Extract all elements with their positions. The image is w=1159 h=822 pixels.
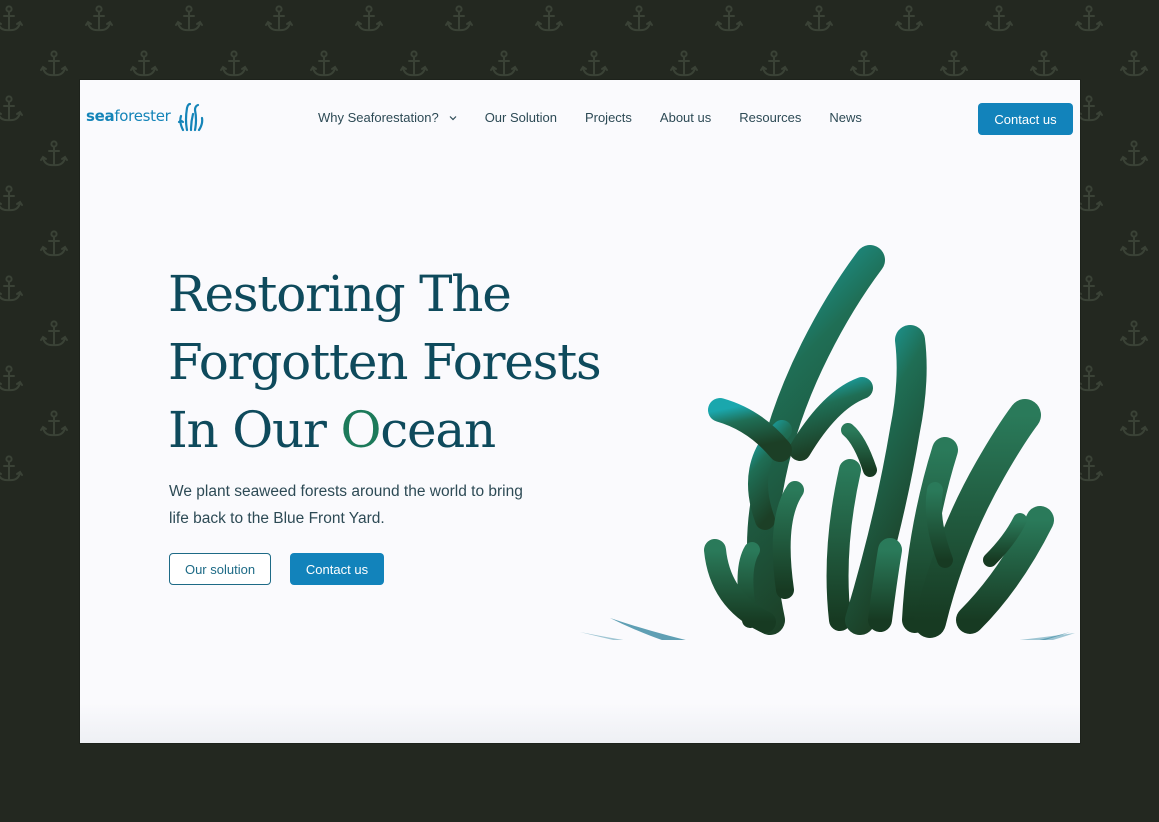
anchor-icon <box>490 50 518 77</box>
logo-text-sea: sea <box>86 107 115 125</box>
anchor-icon <box>0 185 23 212</box>
anchor-icon <box>130 50 158 77</box>
logo-text-forester: forester <box>114 107 171 125</box>
page-bottom-fade <box>80 703 1080 743</box>
nav-contact-button[interactable]: Contact us <box>978 103 1073 135</box>
anchor-icon <box>1120 230 1148 257</box>
anchor-icon <box>1120 50 1148 77</box>
nav-item-about-us[interactable]: About us <box>660 110 711 125</box>
nav-item-label: Resources <box>739 110 802 125</box>
hero-title-highlight-letter: O <box>340 401 381 459</box>
anchor-icon <box>670 50 698 77</box>
anchor-icon <box>400 50 428 77</box>
anchor-icon <box>445 5 473 32</box>
anchor-icon <box>175 5 203 32</box>
anchor-icon <box>265 5 293 32</box>
anchor-icon <box>1120 320 1148 347</box>
anchor-icon <box>1075 5 1103 32</box>
anchor-icon <box>40 320 68 347</box>
anchor-icon <box>760 50 788 77</box>
anchor-icon <box>895 5 923 32</box>
anchor-icon <box>310 50 338 77</box>
nav-item-projects[interactable]: Projects <box>585 110 632 125</box>
seaforester-logo[interactable]: sea forester <box>86 100 207 132</box>
seaweed-forest-illustration <box>580 245 1075 640</box>
nav-item-label: Why Seaforestation? <box>318 110 439 125</box>
anchor-icon <box>0 5 23 32</box>
nav-item-label: News <box>829 110 862 125</box>
anchor-icon <box>535 5 563 32</box>
anchor-icon <box>0 365 23 392</box>
anchor-icon <box>1120 410 1148 437</box>
anchor-icon <box>355 5 383 32</box>
nav-item-label: About us <box>659 110 712 125</box>
nav-item-our-solution[interactable]: Our Solution <box>485 110 557 125</box>
main-nav: Why Seaforestation? Our Solution Project… <box>318 110 890 125</box>
anchor-icon <box>715 5 743 32</box>
nav-item-resources[interactable]: Resources <box>739 110 801 125</box>
chevron-down-icon <box>449 115 457 120</box>
hero-title-line-3-end: cean <box>380 401 496 459</box>
anchor-icon <box>40 50 68 77</box>
anchor-icon <box>805 5 833 32</box>
anchor-icon <box>0 95 23 122</box>
anchor-icon <box>580 50 608 77</box>
anchor-icon <box>220 50 248 77</box>
anchor-icon <box>40 230 68 257</box>
browser-page: sea forester Why Seaforestation? Our Sol… <box>80 80 1080 743</box>
anchor-icon <box>850 50 878 77</box>
anchor-icon <box>0 275 23 302</box>
anchor-icon <box>1120 140 1148 167</box>
anchor-icon <box>0 455 23 482</box>
nav-item-label: Projects <box>584 110 632 125</box>
nav-item-label: Our Solution <box>484 110 557 125</box>
anchor-icon <box>940 50 968 77</box>
hero-subtitle: We plant seaweed forests around the worl… <box>169 483 523 527</box>
anchor-icon <box>40 410 68 437</box>
anchor-icon <box>985 5 1013 32</box>
anchor-icon <box>625 5 653 32</box>
nav-item-why-seaforestation[interactable]: Why Seaforestation? <box>318 110 457 125</box>
seaweed-logo-icon <box>177 102 203 132</box>
nav-item-news[interactable]: News <box>829 110 862 125</box>
hero-title-line-3-start: In Our <box>168 401 341 459</box>
anchor-icon <box>1030 50 1058 77</box>
our-solution-button[interactable]: Our solution <box>169 553 271 585</box>
anchor-icon <box>85 5 113 32</box>
hero-contact-button[interactable]: Contact us <box>290 553 384 585</box>
seaweed-fronds <box>704 245 1054 638</box>
anchor-icon <box>40 140 68 167</box>
